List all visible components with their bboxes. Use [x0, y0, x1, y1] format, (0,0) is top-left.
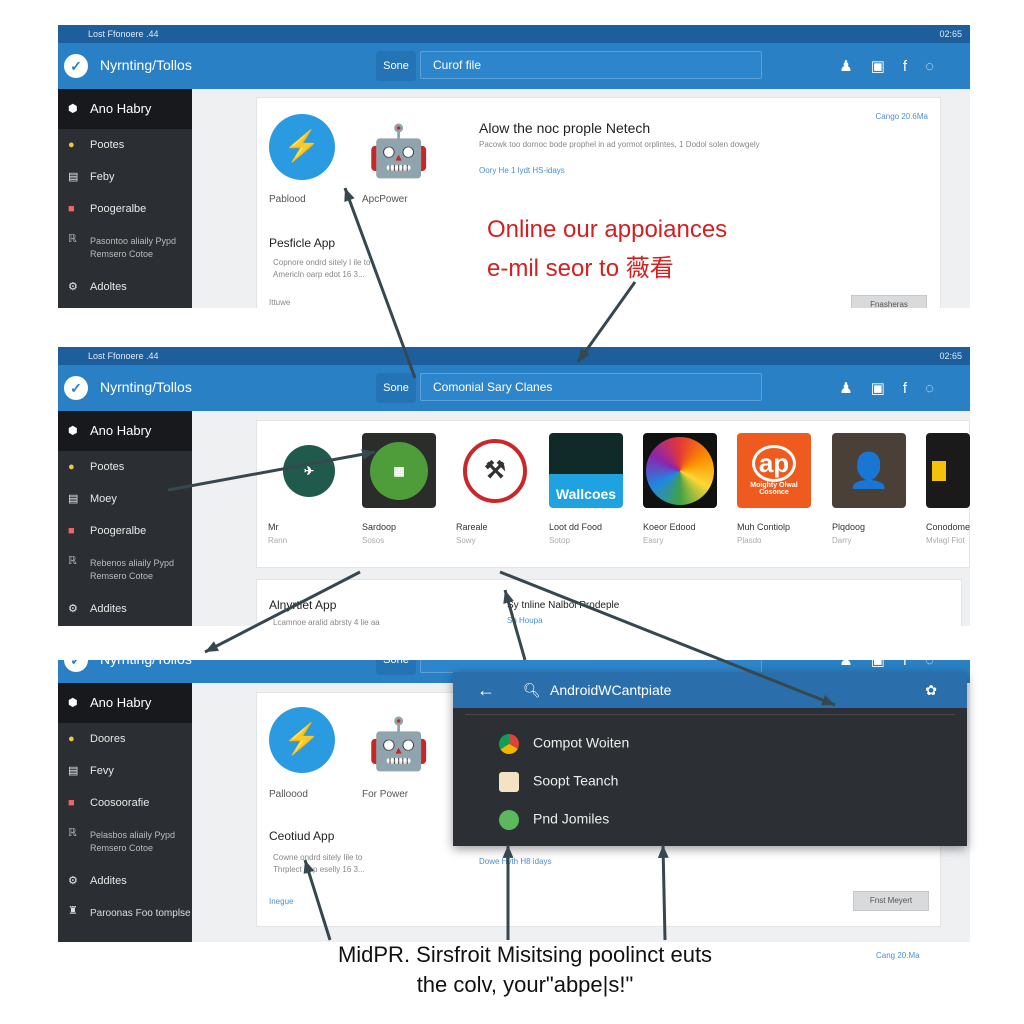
arrowhead-icon [821, 695, 835, 706]
arrows-overlay [167, 187, 836, 941]
arrowhead-icon [344, 188, 355, 202]
annotation-arrow [343, 187, 417, 379]
annotation-arrow [576, 281, 637, 363]
annotation-arrow [499, 570, 836, 707]
arrowhead-icon [303, 860, 315, 874]
arrowhead-icon [502, 845, 514, 858]
arrowhead-icon [503, 590, 514, 604]
annotation-arrow [167, 450, 376, 492]
arrowhead-icon [361, 448, 375, 460]
arrowhead-icon [578, 348, 590, 362]
annotation-arrow [204, 570, 361, 654]
arrowhead-icon [657, 845, 669, 859]
annotation-arrow [661, 844, 667, 941]
